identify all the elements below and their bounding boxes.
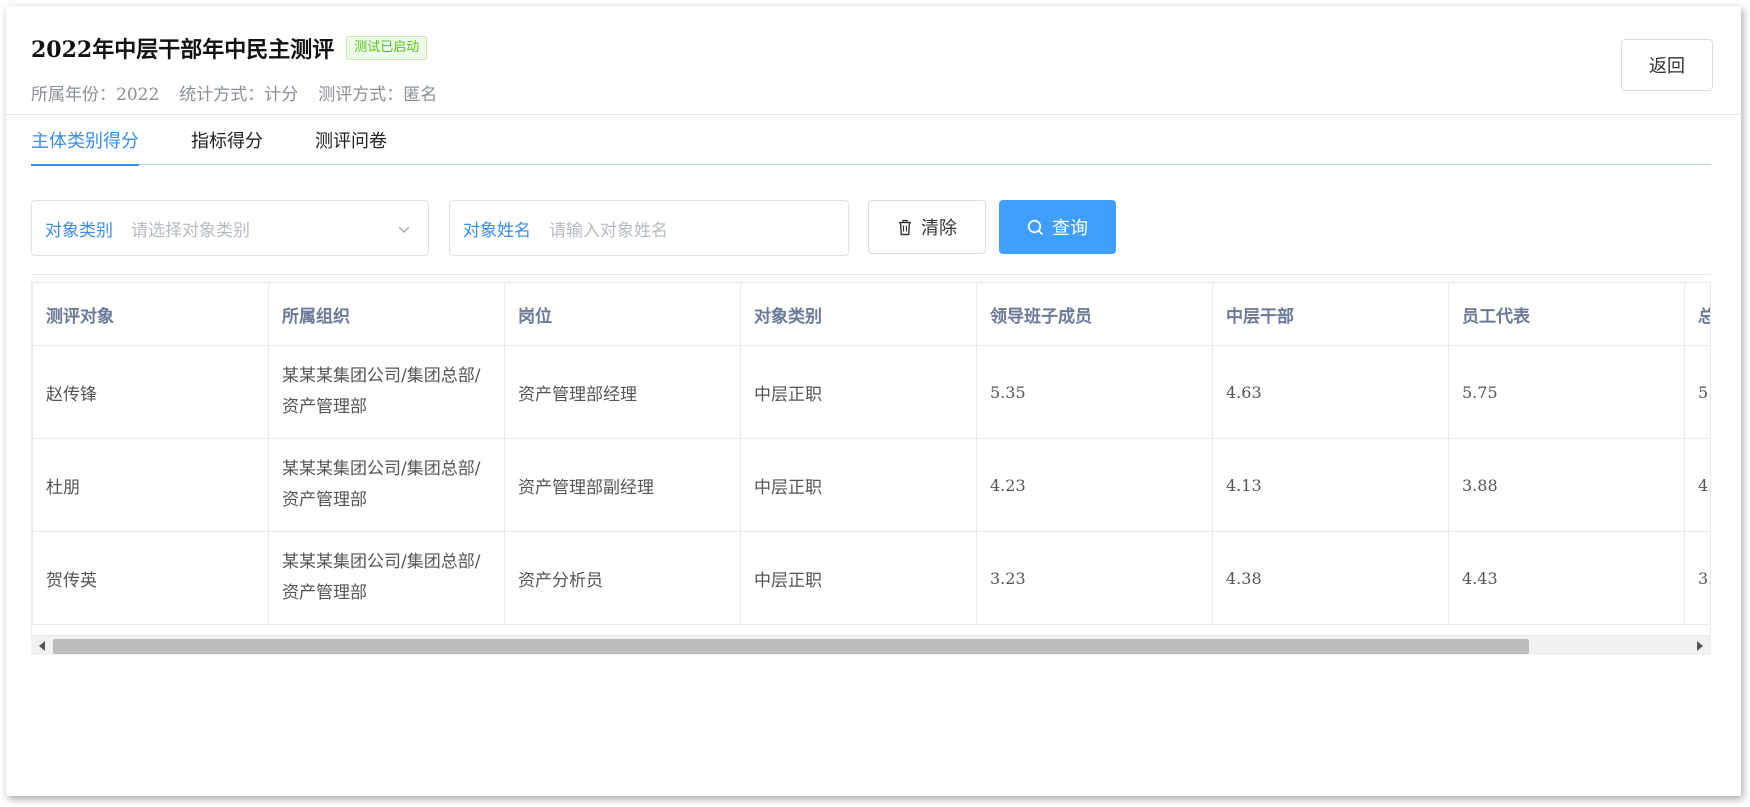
- table-row[interactable]: 贺传英 某某某集团公司/集团总部/资产管理部 资产分析员 中层正职 3.23 4…: [32, 531, 1710, 625]
- score-table-container: 测评对象 所属组织 岗位 对象类别 领导班子成员 中层干部 员工代表 总分 赵传…: [31, 282, 1711, 655]
- cell-category: 中层正职: [740, 438, 977, 532]
- column-header[interactable]: 员工代表: [1448, 282, 1685, 346]
- title-row: 2022年中层干部年中民主测评 测试已启动: [31, 32, 428, 64]
- scrollbar-thumb[interactable]: [53, 639, 1529, 654]
- meta-year: 所属年份：2022: [31, 85, 160, 105]
- column-header[interactable]: 所属组织: [268, 282, 505, 346]
- tab-bar: 主体类别得分 指标得分 测评问卷: [31, 115, 1711, 166]
- object-type-select[interactable]: 对象类别 请选择对象类别: [31, 200, 429, 256]
- cell-person: 杜朋: [32, 438, 269, 532]
- column-header[interactable]: 岗位: [504, 282, 741, 346]
- cell-person: 贺传英: [32, 531, 269, 625]
- query-button-label: 查询: [1052, 218, 1088, 239]
- scroll-left-arrow-icon[interactable]: [39, 641, 45, 651]
- cell-org: 某某某集团公司/集团总部/资产管理部: [268, 345, 505, 439]
- object-type-label: 对象类别: [45, 220, 113, 241]
- column-header[interactable]: 中层干部: [1212, 282, 1449, 346]
- column-header[interactable]: 测评对象: [32, 282, 269, 346]
- object-name-placeholder: 请输入对象姓名: [549, 220, 668, 241]
- status-badge: 测试已启动: [346, 36, 428, 60]
- cell-position: 资产分析员: [504, 531, 741, 625]
- cell-score: 3.95: [1684, 531, 1710, 625]
- cell-position: 资产管理部经理: [504, 345, 741, 439]
- cell-score: 4.43: [1448, 531, 1685, 625]
- query-button[interactable]: 查询: [999, 200, 1116, 254]
- tab-questionnaire[interactable]: 测评问卷: [315, 115, 387, 165]
- cell-score: 4.13: [1212, 438, 1449, 532]
- column-header[interactable]: 对象类别: [740, 282, 977, 346]
- cell-position: 资产管理部副经理: [504, 438, 741, 532]
- main-card: 2022年中层干部年中民主测评 测试已启动 所属年份：2022 统计方式：计分 …: [6, 6, 1741, 796]
- tab-indicator-score[interactable]: 指标得分: [191, 115, 263, 165]
- cell-person: 赵传锋: [32, 345, 269, 439]
- trash-icon: [897, 219, 913, 236]
- cell-score: 4.08: [1684, 438, 1710, 532]
- table-row[interactable]: 赵传锋 某某某集团公司/集团总部/资产管理部 资产管理部经理 中层正职 5.35…: [32, 345, 1710, 439]
- cell-category: 中层正职: [740, 345, 977, 439]
- meta-eval-method: 测评方式：匿名: [318, 85, 438, 105]
- object-type-placeholder: 请选择对象类别: [131, 220, 250, 241]
- object-name-input[interactable]: 对象姓名 请输入对象姓名: [449, 200, 849, 256]
- meta-stat-method: 统计方式：计分: [179, 85, 299, 105]
- back-button[interactable]: 返回: [1621, 39, 1713, 91]
- chevron-down-icon: [398, 226, 410, 233]
- score-table: 测评对象 所属组织 岗位 对象类别 领导班子成员 中层干部 员工代表 总分 赵传…: [32, 282, 1710, 625]
- column-header[interactable]: 领导班子成员: [976, 282, 1213, 346]
- cell-score: 3.23: [976, 531, 1213, 625]
- scroll-right-arrow-icon[interactable]: [1697, 641, 1703, 651]
- meta-row: 所属年份：2022 统计方式：计分 测评方式：匿名: [31, 80, 457, 105]
- search-icon: [1027, 219, 1044, 236]
- page-title: 2022年中层干部年中民主测评: [31, 37, 335, 63]
- cell-category: 中层正职: [740, 531, 977, 625]
- cell-score: 5.24: [1684, 345, 1710, 439]
- object-name-label: 对象姓名: [463, 220, 531, 241]
- table-row[interactable]: 杜朋 某某某集团公司/集团总部/资产管理部 资产管理部副经理 中层正职 4.23…: [32, 438, 1710, 532]
- cell-score: 5.35: [976, 345, 1213, 439]
- page-header: 2022年中层干部年中民主测评 测试已启动 所属年份：2022 统计方式：计分 …: [6, 6, 1741, 115]
- clear-button-label: 清除: [921, 218, 957, 239]
- clear-button[interactable]: 清除: [868, 200, 986, 254]
- cell-org: 某某某集团公司/集团总部/资产管理部: [268, 438, 505, 532]
- tab-subject-category-score[interactable]: 主体类别得分: [31, 115, 139, 166]
- cell-score: 4.63: [1212, 345, 1449, 439]
- cell-org: 某某某集团公司/集团总部/资产管理部: [268, 531, 505, 625]
- table-header-row: 测评对象 所属组织 岗位 对象类别 领导班子成员 中层干部 员工代表 总分: [32, 282, 1710, 346]
- column-header[interactable]: 总分: [1684, 282, 1710, 346]
- cell-score: 4.38: [1212, 531, 1449, 625]
- filter-bar: 对象类别 请选择对象类别 对象姓名 请输入对象姓名 清除 查询: [31, 200, 1711, 275]
- cell-score: 5.75: [1448, 345, 1685, 439]
- cell-score: 4.23: [976, 438, 1213, 532]
- cell-score: 3.88: [1448, 438, 1685, 532]
- horizontal-scrollbar[interactable]: [31, 635, 1711, 655]
